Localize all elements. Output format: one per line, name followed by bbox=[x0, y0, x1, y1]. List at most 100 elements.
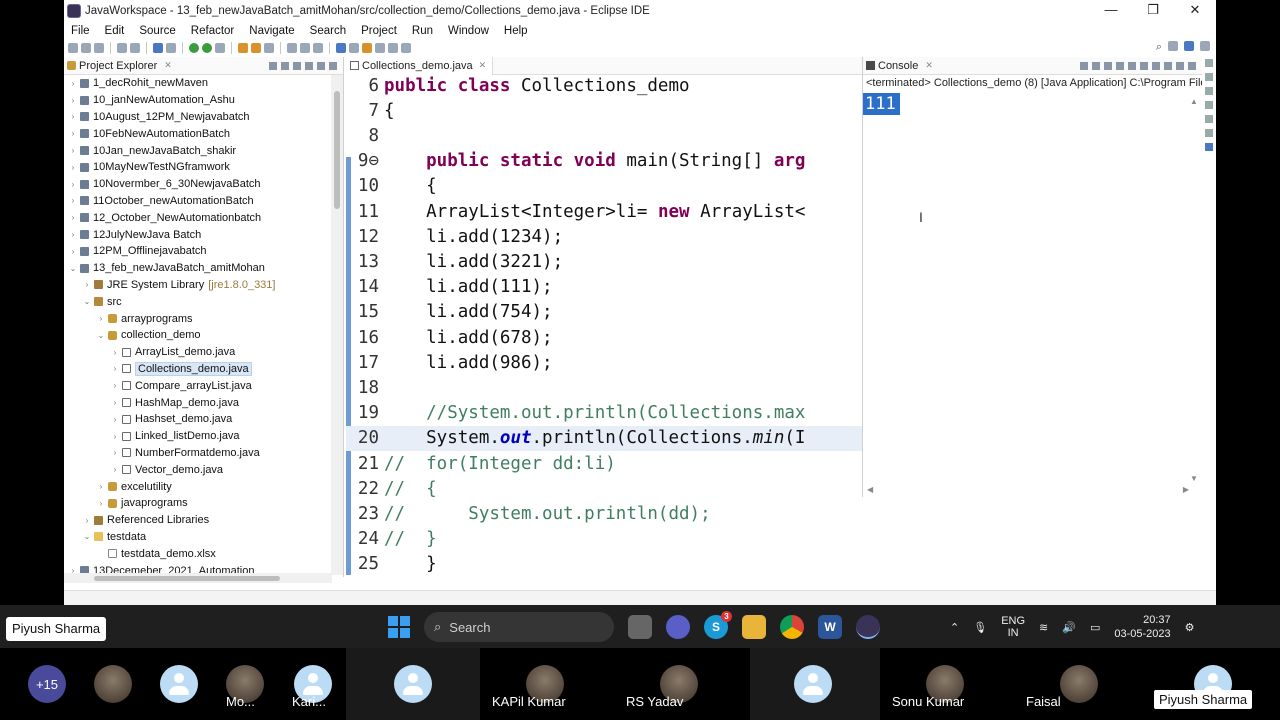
menu-project[interactable]: Project bbox=[354, 25, 405, 37]
clock[interactable]: 20:37 03-05-2023 bbox=[1114, 613, 1170, 641]
code-line[interactable]: 24// } bbox=[346, 527, 862, 552]
console-horizontal-scrollbar[interactable]: ◀ ▶ bbox=[863, 485, 1193, 497]
chevron-right-icon[interactable]: › bbox=[68, 230, 78, 239]
link-editor-icon[interactable] bbox=[281, 61, 289, 70]
close-button[interactable]: ✕ bbox=[1174, 0, 1216, 22]
menu-run[interactable]: Run bbox=[405, 25, 441, 37]
remove-all-icon[interactable] bbox=[1104, 61, 1112, 70]
scroll-thumb[interactable] bbox=[94, 576, 280, 581]
tree-item[interactable]: › 12PM_Offlinejavabatch bbox=[64, 243, 343, 260]
minimize-button[interactable]: — bbox=[1090, 0, 1132, 22]
chevron-right-icon[interactable]: › bbox=[68, 213, 78, 222]
menu-source[interactable]: Source bbox=[132, 25, 183, 37]
chevron-right-icon[interactable]: › bbox=[68, 196, 78, 205]
code-line[interactable]: 23// System.out.println(dd); bbox=[346, 501, 862, 526]
scroll-thumb[interactable] bbox=[334, 91, 340, 209]
chevron-right-icon[interactable]: › bbox=[110, 432, 120, 441]
forward-icon[interactable] bbox=[388, 42, 398, 53]
tree-item[interactable]: › arrayprograms bbox=[64, 310, 343, 327]
chevron-down-icon[interactable]: ⌄ bbox=[82, 532, 92, 541]
code-line[interactable]: 17 li.add(986); bbox=[346, 350, 862, 375]
tree-item[interactable]: ⌄ testdata bbox=[64, 529, 343, 546]
tree-item[interactable]: › 1_decRohit_newMaven bbox=[64, 75, 343, 92]
pin-editor-icon[interactable] bbox=[401, 42, 411, 53]
chevron-right-icon[interactable]: › bbox=[68, 79, 78, 88]
next-annotation-icon[interactable] bbox=[336, 42, 346, 53]
code-line[interactable]: 7{ bbox=[346, 98, 862, 123]
maximize-view-icon[interactable] bbox=[329, 61, 337, 70]
code-line[interactable]: 25 } bbox=[346, 552, 862, 575]
terminal-icon[interactable] bbox=[130, 42, 140, 53]
tree-item[interactable]: › 10FebNewAutomationBatch bbox=[64, 125, 343, 142]
last-edit-icon[interactable] bbox=[362, 42, 372, 53]
terminate-icon[interactable] bbox=[1080, 61, 1088, 70]
back-icon[interactable] bbox=[375, 42, 385, 53]
collapse-all-icon[interactable] bbox=[269, 61, 277, 70]
print-icon[interactable] bbox=[117, 42, 127, 53]
restore-icon[interactable] bbox=[1205, 59, 1213, 67]
chevron-down-icon[interactable]: ⌄ bbox=[68, 264, 78, 273]
filter-icon[interactable] bbox=[293, 61, 301, 70]
word-wrap-icon[interactable] bbox=[313, 42, 323, 53]
console-output[interactable]: 111 bbox=[863, 93, 900, 115]
tree-item[interactable]: › 10August_12PM_Newjavabatch bbox=[64, 109, 343, 126]
debug-perspective-icon[interactable] bbox=[1200, 41, 1210, 51]
javadoc-icon[interactable] bbox=[1205, 115, 1213, 123]
chevron-right-icon[interactable]: › bbox=[68, 96, 78, 105]
new-java-class-icon[interactable] bbox=[251, 42, 261, 53]
participant-tile[interactable]: KAPil Kumar bbox=[492, 648, 582, 720]
settings-icon[interactable]: ⚙ bbox=[1185, 621, 1195, 634]
chevron-right-icon[interactable]: › bbox=[68, 129, 78, 138]
windows-start-icon[interactable] bbox=[388, 616, 410, 638]
tree-item[interactable]: › NumberFormatdemo.java bbox=[64, 445, 343, 462]
scroll-up-icon[interactable]: ▲ bbox=[1190, 97, 1198, 106]
participant-tile[interactable] bbox=[1194, 648, 1234, 720]
chevron-up-icon[interactable]: ⌃ bbox=[950, 621, 959, 634]
chevron-right-icon[interactable]: › bbox=[68, 247, 78, 256]
code-line[interactable]: 19 //System.out.println(Collections.max bbox=[346, 401, 862, 426]
tree-item[interactable]: › Collections_demo.java bbox=[64, 361, 343, 378]
chevron-right-icon[interactable]: › bbox=[82, 516, 92, 525]
chevron-right-icon[interactable]: › bbox=[110, 398, 120, 407]
participant-tile[interactable]: RS Yadav bbox=[626, 648, 706, 720]
tree-item[interactable]: › 10MayNewTestNGframwork bbox=[64, 159, 343, 176]
new-icon[interactable] bbox=[68, 42, 78, 53]
chevron-right-icon[interactable]: › bbox=[68, 146, 78, 155]
tree-item[interactable]: › Linked_listDemo.java bbox=[64, 428, 343, 445]
explorer-vertical-scrollbar[interactable] bbox=[331, 75, 343, 575]
tree-item[interactable]: ⌄ 13_feb_newJavaBatch_amitMohan bbox=[64, 260, 343, 277]
chevron-right-icon[interactable]: › bbox=[110, 448, 120, 457]
problems-icon[interactable] bbox=[1205, 101, 1213, 109]
menu-search[interactable]: Search bbox=[303, 25, 354, 37]
new-java-package-icon[interactable] bbox=[238, 42, 248, 53]
code-line[interactable]: 12 li.add(1234); bbox=[346, 224, 862, 249]
code-area[interactable]: 6 public class Collections_demo 7{8 9⊖ publ… bbox=[346, 75, 862, 575]
console-strip-icon[interactable] bbox=[1205, 143, 1213, 151]
prev-annotation-icon[interactable] bbox=[349, 42, 359, 53]
editor-tab-collections-demo[interactable]: Collections_demo.java ✕ bbox=[346, 56, 494, 75]
tree-item[interactable]: › Referenced Libraries bbox=[64, 512, 343, 529]
scroll-lock-icon[interactable] bbox=[1128, 61, 1136, 70]
language-indicator[interactable]: ENG IN bbox=[1001, 615, 1025, 639]
participant-tile[interactable]: Faisal bbox=[1026, 648, 1106, 720]
tree-item[interactable]: › HashMap_demo.java bbox=[64, 394, 343, 411]
open-console-icon[interactable] bbox=[1176, 61, 1184, 70]
battery-icon[interactable]: ▭ bbox=[1090, 621, 1100, 634]
participant-tile[interactable] bbox=[93, 648, 133, 720]
code-line[interactable]: 13 li.add(3221); bbox=[346, 249, 862, 274]
code-line[interactable]: 22// { bbox=[346, 476, 862, 501]
close-icon[interactable]: ✕ bbox=[925, 60, 933, 71]
code-line[interactable]: 6 public class Collections_demo bbox=[346, 75, 862, 98]
participant-tile[interactable]: Sonu Kumar bbox=[892, 648, 982, 720]
task-list-icon[interactable] bbox=[1205, 87, 1213, 95]
open-type-icon[interactable] bbox=[264, 42, 274, 53]
tree-item[interactable]: › 10Novermber_6_30NewjavaBatch bbox=[64, 176, 343, 193]
pin-console-icon[interactable] bbox=[1152, 61, 1160, 70]
participant-tile[interactable]: Kari... bbox=[292, 648, 342, 720]
menu-file[interactable]: File bbox=[64, 25, 98, 37]
view-menu-icon[interactable] bbox=[305, 61, 313, 70]
run-dropdown-icon[interactable] bbox=[202, 42, 212, 53]
tree-item[interactable]: › 11October_newAutomationBatch bbox=[64, 193, 343, 210]
chevron-right-icon[interactable]: › bbox=[68, 180, 78, 189]
code-line[interactable]: 15 li.add(754); bbox=[346, 300, 862, 325]
